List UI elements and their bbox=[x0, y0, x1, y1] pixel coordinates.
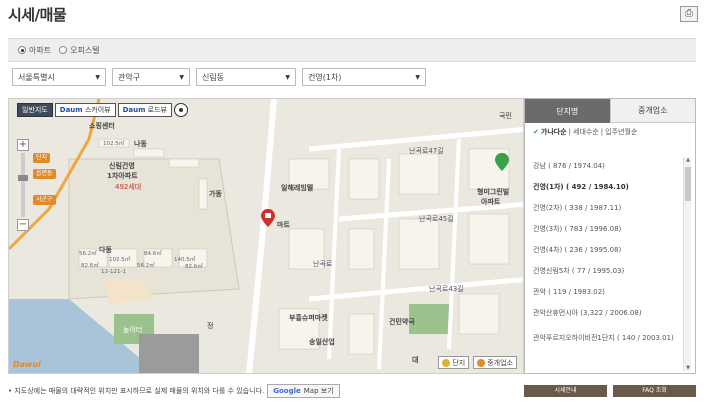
radio-selected-icon bbox=[18, 46, 26, 54]
radio-unselected-icon bbox=[59, 46, 68, 54]
map-size-label: 102.5㎡ bbox=[109, 257, 131, 263]
zoom-control: + − bbox=[17, 139, 29, 231]
dropdown-arrow-icon: ▼ bbox=[415, 73, 420, 81]
list-item[interactable]: 건영(4차) ( 236 / 1995.08) bbox=[525, 239, 683, 260]
map-background bbox=[9, 99, 523, 373]
map-label-road: 난곡로43길 bbox=[429, 285, 464, 293]
tab-broker[interactable]: 중개업소 bbox=[609, 99, 695, 123]
map-marker-red-icon[interactable] bbox=[261, 209, 275, 227]
google-map-button[interactable]: Google Map 보기 bbox=[267, 384, 340, 398]
zoom-level-city[interactable]: 시군구 bbox=[33, 195, 56, 205]
list-item[interactable]: 관악 ( 119 / 1983.02) bbox=[525, 281, 683, 302]
sort-options: ✔ 가나다순 | 세대수순 | 입주년월순 bbox=[533, 127, 638, 137]
district-select[interactable]: 관악구 ▼ bbox=[112, 68, 190, 86]
roadview-button[interactable]: Daum 로드뷰 bbox=[117, 103, 172, 117]
scroll-thumb[interactable] bbox=[685, 167, 691, 201]
map-label-pharmacy: 건민약국 bbox=[389, 318, 415, 326]
map-size-label: 56.2㎡ bbox=[137, 263, 155, 269]
complex-select[interactable]: 건영(1차) ▼ bbox=[302, 68, 426, 86]
property-type-filter: 아파트 오피스텔 bbox=[8, 38, 696, 62]
list-item[interactable]: 건영(3차) ( 783 / 1996.08) bbox=[525, 218, 683, 239]
sort-by-name[interactable]: 가나다순 bbox=[541, 127, 567, 137]
map-label-mall: 쇼핑센터 bbox=[89, 122, 115, 130]
skyview-button[interactable]: Daum 스카이뷰 bbox=[54, 103, 116, 117]
scroll-down-icon[interactable]: ▼ bbox=[684, 365, 692, 371]
map-label-supermarket: 부흥슈퍼마켓 bbox=[289, 314, 328, 322]
radio-officetel[interactable]: 오피스텔 bbox=[59, 45, 100, 56]
map-legend: 단지 중개업소 bbox=[438, 356, 517, 369]
city-select[interactable]: 서울특별시 ▼ bbox=[12, 68, 106, 86]
map-label-apt-name-2: 1차아파트 bbox=[107, 172, 138, 180]
list-scrollbar[interactable]: ▲ ▼ bbox=[683, 157, 691, 371]
legend-complex-button[interactable]: 단지 bbox=[438, 356, 470, 369]
dropdown-arrow-icon: ▼ bbox=[95, 73, 100, 81]
map-label-dadong: 다동 bbox=[99, 246, 112, 254]
complex-dot-icon bbox=[442, 358, 451, 367]
tab-complex-name[interactable]: 단지명 bbox=[525, 99, 610, 123]
list-item-selected[interactable]: 건영(1차) ( 492 / 1984.10) bbox=[525, 176, 683, 197]
list-item[interactable]: 관악푸르지오하이비전1단지 ( 140 / 2003.01) bbox=[525, 323, 683, 353]
complex-list-panel: 단지명 중개업소 ✔ 가나다순 | 세대수순 | 입주년월순 강남 ( 876 … bbox=[524, 98, 696, 374]
broker-dot-icon bbox=[477, 358, 486, 367]
complex-list: 강남 ( 876 / 1974.04) 건영(1차) ( 492 / 1984.… bbox=[525, 155, 683, 353]
dropdown-arrow-icon: ▼ bbox=[179, 73, 184, 81]
legend-broker-button[interactable]: 중개업소 bbox=[473, 356, 517, 369]
dong-select[interactable]: 신림동 ▼ bbox=[196, 68, 296, 86]
map-label-songil: 송일산업 bbox=[309, 338, 335, 346]
zoom-slider[interactable] bbox=[18, 153, 28, 217]
dropdown-arrow-icon: ▼ bbox=[285, 73, 290, 81]
faq-button[interactable]: FAQ 조회 bbox=[613, 385, 696, 397]
radio-apartment[interactable]: 아파트 bbox=[18, 45, 51, 56]
map-label-dae: 대 bbox=[412, 356, 419, 364]
map-label-ilhye: 일해레빙텔 bbox=[281, 184, 314, 192]
map-label-road: 난곡로45길 bbox=[419, 215, 454, 223]
map-view[interactable]: 일반지도 Daum 스카이뷰 Daum 로드뷰 + − 단지 읍면동 시군구 쇼… bbox=[8, 98, 524, 374]
map-label-nagdong: 나동 bbox=[134, 140, 147, 148]
zoom-handle[interactable] bbox=[18, 175, 28, 181]
map-size-label: 56.2㎡ bbox=[79, 251, 97, 257]
map-marker-green-icon[interactable] bbox=[495, 153, 509, 171]
map-label-playground: 놀이터 bbox=[123, 326, 143, 334]
footer-disclaimer: • 지도상에는 매물의 대략적인 위치만 표시하므로 실제 매물의 위치와 다를… bbox=[8, 387, 265, 395]
map-label-apt-name: 신림건영 bbox=[109, 162, 135, 170]
scroll-up-icon[interactable]: ▲ bbox=[684, 157, 692, 163]
list-item[interactable]: 관악산휴먼시아 (3,322 / 2006.08) bbox=[525, 302, 683, 323]
zoom-level-complex[interactable]: 단지 bbox=[33, 153, 51, 163]
map-label-top-right: 국민 bbox=[499, 112, 512, 120]
footer-buttons: 시세안내 FAQ 조회 bbox=[524, 385, 696, 397]
map-label-road: 난곡로47길 bbox=[409, 147, 444, 155]
zoom-level-dong[interactable]: 읍면동 bbox=[33, 169, 56, 179]
sort-by-date[interactable]: 입주년월순 bbox=[605, 127, 637, 137]
footer-note: • 지도상에는 매물의 대략적인 위치만 표시하므로 실제 매물의 위치와 다를… bbox=[8, 384, 340, 398]
map-size-label: 84.6㎡ bbox=[144, 251, 162, 257]
list-item[interactable]: 건영(2차) ( 338 / 1987.11) bbox=[525, 197, 683, 218]
list-item[interactable]: 건영신림5차 ( 77 / 1995.03) bbox=[525, 260, 683, 281]
print-icon[interactable]: ⎙ bbox=[680, 6, 698, 22]
panel-tabs: 단지명 중개업소 bbox=[525, 99, 695, 123]
zoom-in-button[interactable]: + bbox=[17, 139, 29, 151]
map-size-label: 82.6㎡ bbox=[185, 264, 203, 270]
map-size-label: 102.5㎡ bbox=[103, 141, 125, 147]
map-label-mart: 마트 bbox=[277, 221, 290, 229]
map-label-green-apt-2: 아파트 bbox=[481, 198, 501, 206]
map-label-lot: 12-121-1 bbox=[101, 269, 126, 275]
list-item[interactable]: 강남 ( 876 / 1974.04) bbox=[525, 155, 683, 176]
map-label-road: 난곡로 bbox=[313, 260, 333, 268]
map-size-label: 82.6㎡ bbox=[81, 263, 99, 269]
map-brand-logo: Dawul bbox=[13, 360, 41, 369]
location-selects: 서울특별시 ▼ 관악구 ▼ 신림동 ▼ 건영(1차) ▼ bbox=[8, 66, 696, 88]
check-icon: ✔ bbox=[533, 128, 539, 136]
current-location-icon[interactable] bbox=[173, 103, 188, 117]
map-label-gadong: 가동 bbox=[209, 190, 222, 198]
map-view-normal-button[interactable]: 일반지도 bbox=[17, 103, 53, 117]
price-info-button[interactable]: 시세안내 bbox=[524, 385, 607, 397]
map-toolbar: 일반지도 Daum 스카이뷰 Daum 로드뷰 bbox=[17, 103, 188, 117]
map-label-green-apt: 형미그린빌 bbox=[477, 188, 510, 196]
map-label-jeong: 정 bbox=[207, 322, 214, 330]
zoom-out-button[interactable]: − bbox=[17, 219, 29, 231]
sort-by-units[interactable]: 세대수순 bbox=[573, 127, 599, 137]
map-label-apt-units: 492세대 bbox=[115, 183, 142, 191]
page-title: 시세/매물 bbox=[8, 6, 67, 24]
